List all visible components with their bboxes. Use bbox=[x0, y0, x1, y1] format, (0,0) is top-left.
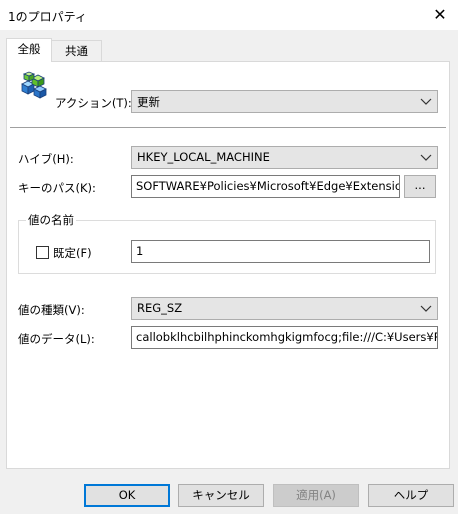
key-path-value: SOFTWARE¥Policies¥Microsoft¥Edge¥Extensi… bbox=[136, 179, 400, 193]
chevron-down-icon bbox=[420, 305, 432, 312]
help-button[interactable]: ヘルプ bbox=[368, 484, 454, 507]
value-name-input[interactable]: 1 bbox=[131, 240, 430, 263]
default-checkbox-label[interactable]: 既定(F) bbox=[53, 245, 92, 261]
ok-button[interactable]: OK bbox=[84, 484, 170, 507]
close-button[interactable]: ✕ bbox=[422, 0, 458, 30]
chevron-down-icon bbox=[420, 154, 432, 161]
hive-label: ハイブ(H): bbox=[18, 152, 74, 166]
value-name-group-label: 値の名前 bbox=[26, 212, 76, 228]
value-type-combobox[interactable]: REG_SZ bbox=[131, 297, 438, 320]
value-type-value: REG_SZ bbox=[137, 301, 183, 315]
browse-button-label: ... bbox=[414, 178, 426, 192]
apply-button-label: 適用(A) bbox=[296, 488, 336, 502]
close-icon: ✕ bbox=[433, 5, 447, 24]
help-button-label: ヘルプ bbox=[393, 488, 429, 502]
apply-button[interactable]: 適用(A) bbox=[273, 484, 359, 507]
value-name-value: 1 bbox=[136, 244, 144, 258]
cancel-button-label: キャンセル bbox=[192, 488, 250, 502]
tab-general[interactable]: 全般 bbox=[6, 38, 52, 62]
default-checkbox[interactable] bbox=[36, 246, 49, 259]
value-type-label: 値の種類(V): bbox=[18, 303, 85, 317]
registry-cubes-icon bbox=[21, 71, 47, 99]
action-value: 更新 bbox=[137, 95, 160, 109]
tab-common-label: 共通 bbox=[65, 44, 88, 58]
window-title: 1のプロパティ bbox=[8, 10, 87, 24]
chevron-down-icon bbox=[420, 98, 432, 105]
value-data-input[interactable]: callobklhcbilhphinckomhgkigmfocg;file://… bbox=[131, 326, 438, 349]
separator bbox=[10, 127, 446, 128]
ok-button-label: OK bbox=[118, 488, 136, 502]
tab-general-label: 全般 bbox=[17, 42, 41, 56]
browse-button[interactable]: ... bbox=[404, 175, 436, 198]
hive-combobox[interactable]: HKEY_LOCAL_MACHINE bbox=[131, 146, 438, 169]
key-path-input[interactable]: SOFTWARE¥Policies¥Microsoft¥Edge¥Extensi… bbox=[131, 175, 400, 198]
action-label: アクション(T): bbox=[55, 96, 132, 110]
value-data-label: 値のデータ(L): bbox=[18, 332, 95, 346]
cancel-button[interactable]: キャンセル bbox=[178, 484, 264, 507]
value-data-value: callobklhcbilhphinckomhgkigmfocg;file://… bbox=[136, 330, 438, 344]
key-path-label: キーのパス(K): bbox=[18, 181, 96, 195]
action-combobox[interactable]: 更新 bbox=[131, 90, 438, 113]
tab-common[interactable]: 共通 bbox=[52, 40, 102, 62]
hive-value: HKEY_LOCAL_MACHINE bbox=[137, 150, 270, 164]
